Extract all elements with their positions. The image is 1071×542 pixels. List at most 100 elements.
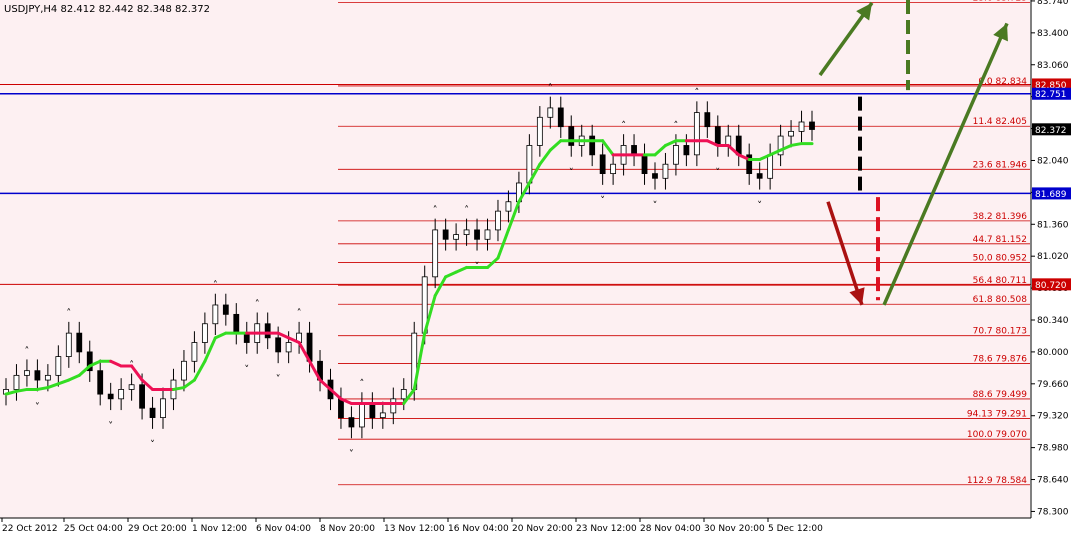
y-tick-label: 81.020 bbox=[1037, 252, 1069, 262]
y-tick-label: 83.740 bbox=[1037, 0, 1069, 7]
candle-body bbox=[453, 234, 460, 240]
fib-level-label: 78.6 79.876 bbox=[973, 355, 1028, 365]
candle-body bbox=[222, 304, 229, 315]
candle-body bbox=[599, 154, 606, 175]
candle-body bbox=[400, 389, 407, 400]
candle-body bbox=[118, 389, 125, 400]
candle-body bbox=[505, 201, 512, 212]
candle-body bbox=[285, 342, 292, 353]
price-tag-label: 80.720 bbox=[1035, 281, 1067, 291]
candle-body bbox=[652, 173, 658, 179]
candle-body bbox=[474, 229, 480, 240]
fractal-up-marker: ˄ bbox=[673, 120, 678, 132]
fib-level-label: 38.2 81.396 bbox=[973, 212, 1028, 222]
candle-body bbox=[557, 107, 564, 128]
candle-body bbox=[610, 163, 617, 175]
fractal-up-marker: ˄ bbox=[548, 82, 553, 94]
fractal-down-marker: ˅ bbox=[150, 439, 155, 451]
x-tick-label: 6 Nov 04:00 bbox=[256, 524, 311, 534]
candle-body bbox=[149, 407, 156, 418]
chart-root: -23.6 83.723 0.0 82.834 11.4 82.405 23.6 81… bbox=[0, 0, 1071, 539]
candle-body bbox=[128, 384, 135, 390]
candle-body bbox=[369, 403, 376, 418]
fib-level-label: 0.0 82.834 bbox=[978, 77, 1027, 87]
x-tick-label: 20 Nov 20:00 bbox=[512, 524, 573, 534]
candle-body bbox=[589, 135, 596, 156]
candle-body bbox=[788, 130, 794, 137]
y-tick-label: 83.060 bbox=[1037, 61, 1069, 71]
fib-level-label: 23.6 81.946 bbox=[973, 160, 1028, 170]
y-tick-label: 82.040 bbox=[1037, 156, 1069, 166]
x-tick-label: 25 Oct 04:00 bbox=[64, 524, 123, 534]
candle-body bbox=[568, 126, 575, 146]
fractal-down-marker: ˅ bbox=[108, 420, 113, 432]
fractal-down-marker: ˅ bbox=[475, 260, 480, 272]
candle-body bbox=[233, 313, 240, 334]
fib-level-label: 50.0 80.952 bbox=[973, 254, 1027, 264]
price-chart[interactable]: -23.6 83.723 0.0 82.834 11.4 82.405 23.6 81… bbox=[0, 0, 1071, 539]
price-tag-label: 82.751 bbox=[1035, 90, 1067, 100]
candle-body bbox=[181, 360, 187, 381]
fractal-up-marker: ˄ bbox=[24, 345, 29, 357]
candle-body bbox=[65, 332, 72, 357]
trend-segment bbox=[14, 387, 29, 393]
candle-body bbox=[348, 417, 355, 428]
fractal-down-marker: ˅ bbox=[600, 195, 605, 207]
fractal-down-marker: ˅ bbox=[35, 401, 40, 413]
candle-body bbox=[463, 229, 470, 236]
fractal-down-marker: ˅ bbox=[276, 373, 281, 385]
candle-body bbox=[212, 304, 219, 325]
x-tick-label: 13 Nov 12:00 bbox=[384, 524, 445, 534]
fractal-up-marker: ˄ bbox=[213, 279, 218, 291]
candle-body bbox=[495, 210, 501, 231]
y-tick-label: 80.000 bbox=[1037, 348, 1069, 358]
x-tick-label: 8 Nov 20:00 bbox=[320, 524, 375, 534]
candle-body bbox=[379, 412, 386, 418]
fib-level-label: -23.6 83.723 bbox=[969, 0, 1027, 4]
symbol-header: USDJPY,H4 82.412 82.442 82.348 82.372 bbox=[4, 4, 210, 15]
trend-segment bbox=[35, 386, 50, 391]
candle-body bbox=[55, 356, 62, 376]
x-tick-label: 22 Oct 2012 bbox=[2, 524, 58, 534]
candle-body bbox=[358, 403, 365, 428]
fib-level-label: 88.6 79.499 bbox=[973, 390, 1028, 400]
x-tick-label: 30 Nov 20:00 bbox=[704, 524, 765, 534]
candle-body bbox=[536, 116, 543, 146]
fib-level-label: 56.4 80.711 bbox=[973, 276, 1027, 286]
x-tick-label: 29 Oct 20:00 bbox=[128, 524, 187, 534]
fib-level-label: 94.13 79.291 bbox=[967, 409, 1027, 419]
fractal-down-marker: ˅ bbox=[569, 166, 574, 178]
fractal-down-marker: ˅ bbox=[757, 199, 762, 211]
fractal-up-marker: ˄ bbox=[297, 307, 302, 319]
fractal-up-marker: ˄ bbox=[694, 87, 699, 99]
fractal-up-marker: ˄ bbox=[621, 120, 626, 132]
fractal-up-marker: ˄ bbox=[255, 298, 260, 310]
candle-body bbox=[662, 163, 669, 179]
fractal-down-marker: ˅ bbox=[715, 166, 720, 178]
fib-level-label: 61.8 80.508 bbox=[973, 295, 1028, 305]
candle-body bbox=[693, 112, 700, 156]
fib-level-label: 44.7 81.152 bbox=[973, 235, 1027, 245]
fib-level-label: 100.0 79.070 bbox=[967, 430, 1027, 440]
candle-body bbox=[201, 323, 208, 343]
candle-body bbox=[107, 393, 114, 400]
candle-body bbox=[704, 112, 711, 128]
candle-body bbox=[76, 332, 83, 353]
x-tick-label: 1 Nov 12:00 bbox=[192, 524, 247, 534]
candle-body bbox=[767, 154, 774, 179]
fractal-up-marker: ˄ bbox=[464, 204, 469, 216]
candle-body bbox=[24, 370, 30, 376]
fractal-up-marker: ˄ bbox=[433, 204, 438, 216]
candle-body bbox=[756, 173, 763, 179]
candle-body bbox=[432, 229, 439, 278]
fib-level-label: 11.4 82.405 bbox=[973, 117, 1027, 127]
y-tick-label: 78.980 bbox=[1037, 444, 1069, 454]
candle-body bbox=[547, 107, 554, 118]
fractal-up-marker: ˄ bbox=[66, 307, 71, 319]
y-tick-label: 78.300 bbox=[1037, 507, 1069, 517]
y-tick-label: 80.340 bbox=[1037, 316, 1069, 326]
fib-level-label: 112.9 78.584 bbox=[967, 476, 1027, 486]
candle-body bbox=[809, 121, 815, 130]
trend-segment bbox=[789, 142, 804, 147]
candle-body bbox=[390, 398, 397, 414]
